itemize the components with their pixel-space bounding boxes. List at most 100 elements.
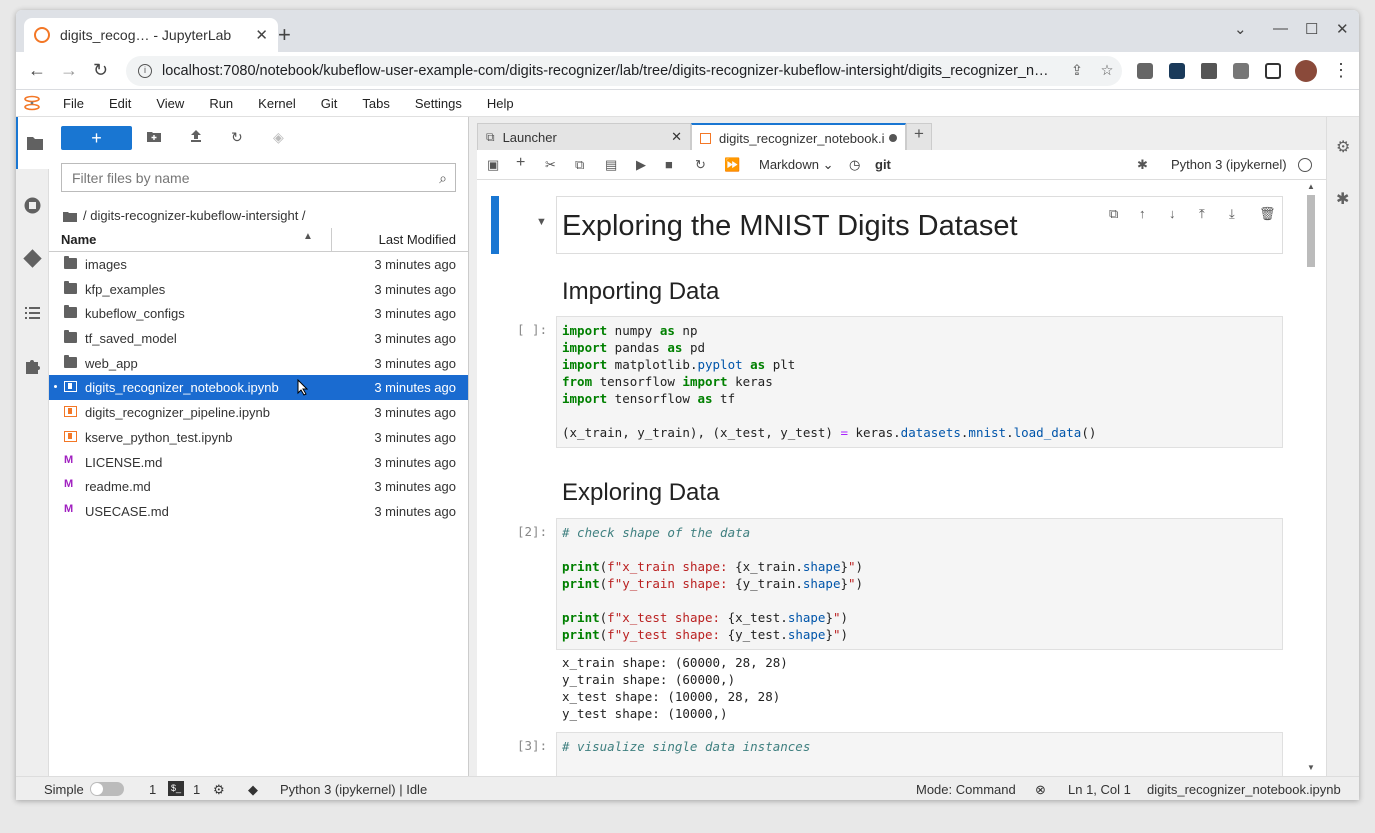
clock-icon[interactable]: ◷ [849,157,860,173]
home-folder-icon[interactable] [63,210,77,222]
paste-icon[interactable]: ▤ [605,157,617,173]
add-tab-icon[interactable]: + [906,123,932,150]
menu-settings[interactable]: Settings [410,96,467,111]
menu-kernel[interactable]: Kernel [253,96,301,111]
git-status-icon[interactable]: ◆ [248,782,258,798]
insert-cell-icon[interactable]: + [516,154,525,172]
table-of-contents-icon[interactable] [23,303,42,322]
kernel-count[interactable]: 1 [193,782,200,797]
file-row[interactable]: images 3 minutes ago [49,252,468,277]
git-clone-icon[interactable]: ◈ [273,129,284,146]
profile-avatar[interactable] [1295,60,1317,82]
sort-ascending-icon[interactable]: ▲ [303,231,313,242]
media-control-icon[interactable] [1233,63,1249,79]
close-tab-icon[interactable]: ✕ [671,129,682,145]
menu-file[interactable]: File [58,96,89,111]
file-row[interactable]: kubeflow_configs 3 minutes ago [49,301,468,326]
tab-notebook[interactable]: digits_recognizer_notebook.ipynb [691,123,906,151]
cell-type-dropdown[interactable]: Markdown ⌄ [759,157,833,173]
site-info-icon[interactable]: i [138,64,152,78]
delete-cell-icon[interactable]: 🗑 [1259,206,1276,222]
extension-manager-icon[interactable] [23,356,42,375]
run-icon[interactable]: ▶ [636,157,646,173]
new-folder-icon[interactable] [147,129,161,145]
breadcrumb-path[interactable]: / digits-recognizer-kubeflow-intersight … [83,208,306,223]
restart-icon[interactable]: ↻ [695,157,706,173]
menu-view[interactable]: View [151,96,189,111]
tab-launcher[interactable]: ⧉ Launcher ✕ [477,123,691,150]
file-row-selected[interactable]: digits_recognizer_notebook.ipynb 3 minute… [49,375,468,401]
save-icon[interactable]: ▣ [487,157,499,173]
puzzle-extensions-icon[interactable] [1201,63,1217,79]
close-window-icon[interactable]: ✕ [1336,20,1349,38]
browser-tab[interactable]: digits_recog… - JupyterLab ✕ [24,18,278,52]
file-row[interactable]: web_app 3 minutes ago [49,351,468,376]
cut-icon[interactable]: ✂ [545,157,556,173]
kernel-status-text[interactable]: Python 3 (ipykernel) | Idle [280,782,427,797]
new-launcher-button[interactable]: + [61,126,132,150]
insert-above-icon[interactable]: ⤒ [1199,206,1205,222]
move-down-icon[interactable]: ↓ [1169,206,1176,221]
property-inspector-icon[interactable]: ⚙ [1336,137,1350,157]
insert-below-icon[interactable]: ⤓ [1229,206,1235,222]
notebook-scrollbar[interactable]: ▲ ▼ [1304,180,1318,776]
chrome-menu-icon[interactable]: ⋮ [1332,60,1350,81]
debugger-icon[interactable]: ✱ [1137,157,1148,173]
menu-tabs[interactable]: Tabs [357,96,394,111]
scroll-up-icon[interactable]: ▲ [1307,182,1315,191]
stop-icon[interactable]: ■ [665,157,673,172]
kernel-chip-icon[interactable]: ⚙ [213,782,225,798]
duplicate-cell-icon[interactable]: ⧉ [1109,206,1118,222]
run-all-icon[interactable]: ⏩ [724,157,740,173]
menu-run[interactable]: Run [204,96,238,111]
kernel-name[interactable]: Python 3 (ipykernel) [1171,157,1287,172]
file-browser-tab-icon[interactable] [16,117,49,169]
react-devtools-icon[interactable] [1169,63,1185,79]
git-diff-button[interactable]: git [875,157,891,172]
file-row[interactable]: digits_recognizer_pipeline.ipynb 3 minute… [49,400,468,425]
back-icon[interactable]: ← [28,60,46,81]
forward-icon[interactable]: → [60,60,78,81]
bookmark-star-icon[interactable]: ☆ [1092,63,1122,79]
upload-icon[interactable] [189,129,203,146]
minimize-icon[interactable]: — [1273,20,1288,37]
git-icon[interactable] [23,249,42,268]
code-cell-shape[interactable]: # check shape of the data print(f"x_trai… [556,518,1283,650]
trusted-icon[interactable]: ⊗ [1035,782,1046,798]
terminal-count[interactable]: 1 [149,782,156,797]
code-cell-visualize[interactable]: # visualize single data instances [556,732,1283,776]
side-panel-icon[interactable] [1265,63,1281,79]
unsaved-dot-icon[interactable] [889,134,897,142]
maximize-icon[interactable]: ☐ [1305,20,1318,38]
file-row[interactable]: M USECASE.md 3 minutes ago [49,499,468,524]
new-tab-icon[interactable]: + [278,22,291,48]
close-tab-icon[interactable]: ✕ [255,26,268,44]
column-divider[interactable] [331,228,332,252]
copy-icon[interactable]: ⧉ [575,157,584,173]
running-sessions-icon[interactable] [23,196,42,215]
file-row[interactable]: Mreadme.md 3 minutes ago [49,474,468,499]
menu-edit[interactable]: Edit [104,96,136,111]
share-icon[interactable]: ⇪ [1062,63,1092,79]
move-up-icon[interactable]: ↑ [1139,206,1146,221]
file-row[interactable]: tf_saved_model 3 minutes ago [49,326,468,351]
file-row[interactable]: M LICENSE.md 3 minutes ago [49,450,468,475]
filter-files-input[interactable]: Filter files by name ⌕ [61,163,456,192]
file-row[interactable]: kfp_examples 3 minutes ago [49,277,468,302]
address-bar[interactable]: i localhost:7080/notebook/kubeflow-user-… [126,56,1122,86]
code-cell-import[interactable]: import numpy as np import pandas as pd i… [556,316,1283,448]
column-name-header[interactable]: Name [61,232,96,247]
cursor-position[interactable]: Ln 1, Col 1 [1068,782,1131,797]
debugger-panel-icon[interactable]: ✱ [1336,189,1349,209]
collapse-heading-icon[interactable]: ▼ [536,216,547,228]
file-row[interactable]: kserve_python_test.ipynb 3 minutes ago [49,425,468,450]
simple-mode-toggle[interactable] [90,782,124,796]
menu-git[interactable]: Git [316,96,343,111]
scrollbar-thumb[interactable] [1307,195,1315,267]
scroll-down-icon[interactable]: ▼ [1307,763,1315,772]
terminal-icon[interactable]: $_ [168,781,184,796]
extension-icon[interactable] [1137,63,1153,79]
refresh-icon[interactable]: ↻ [231,129,243,146]
column-last-modified-header[interactable]: Last Modified [379,232,456,247]
reload-icon[interactable]: ↻ [93,60,108,81]
